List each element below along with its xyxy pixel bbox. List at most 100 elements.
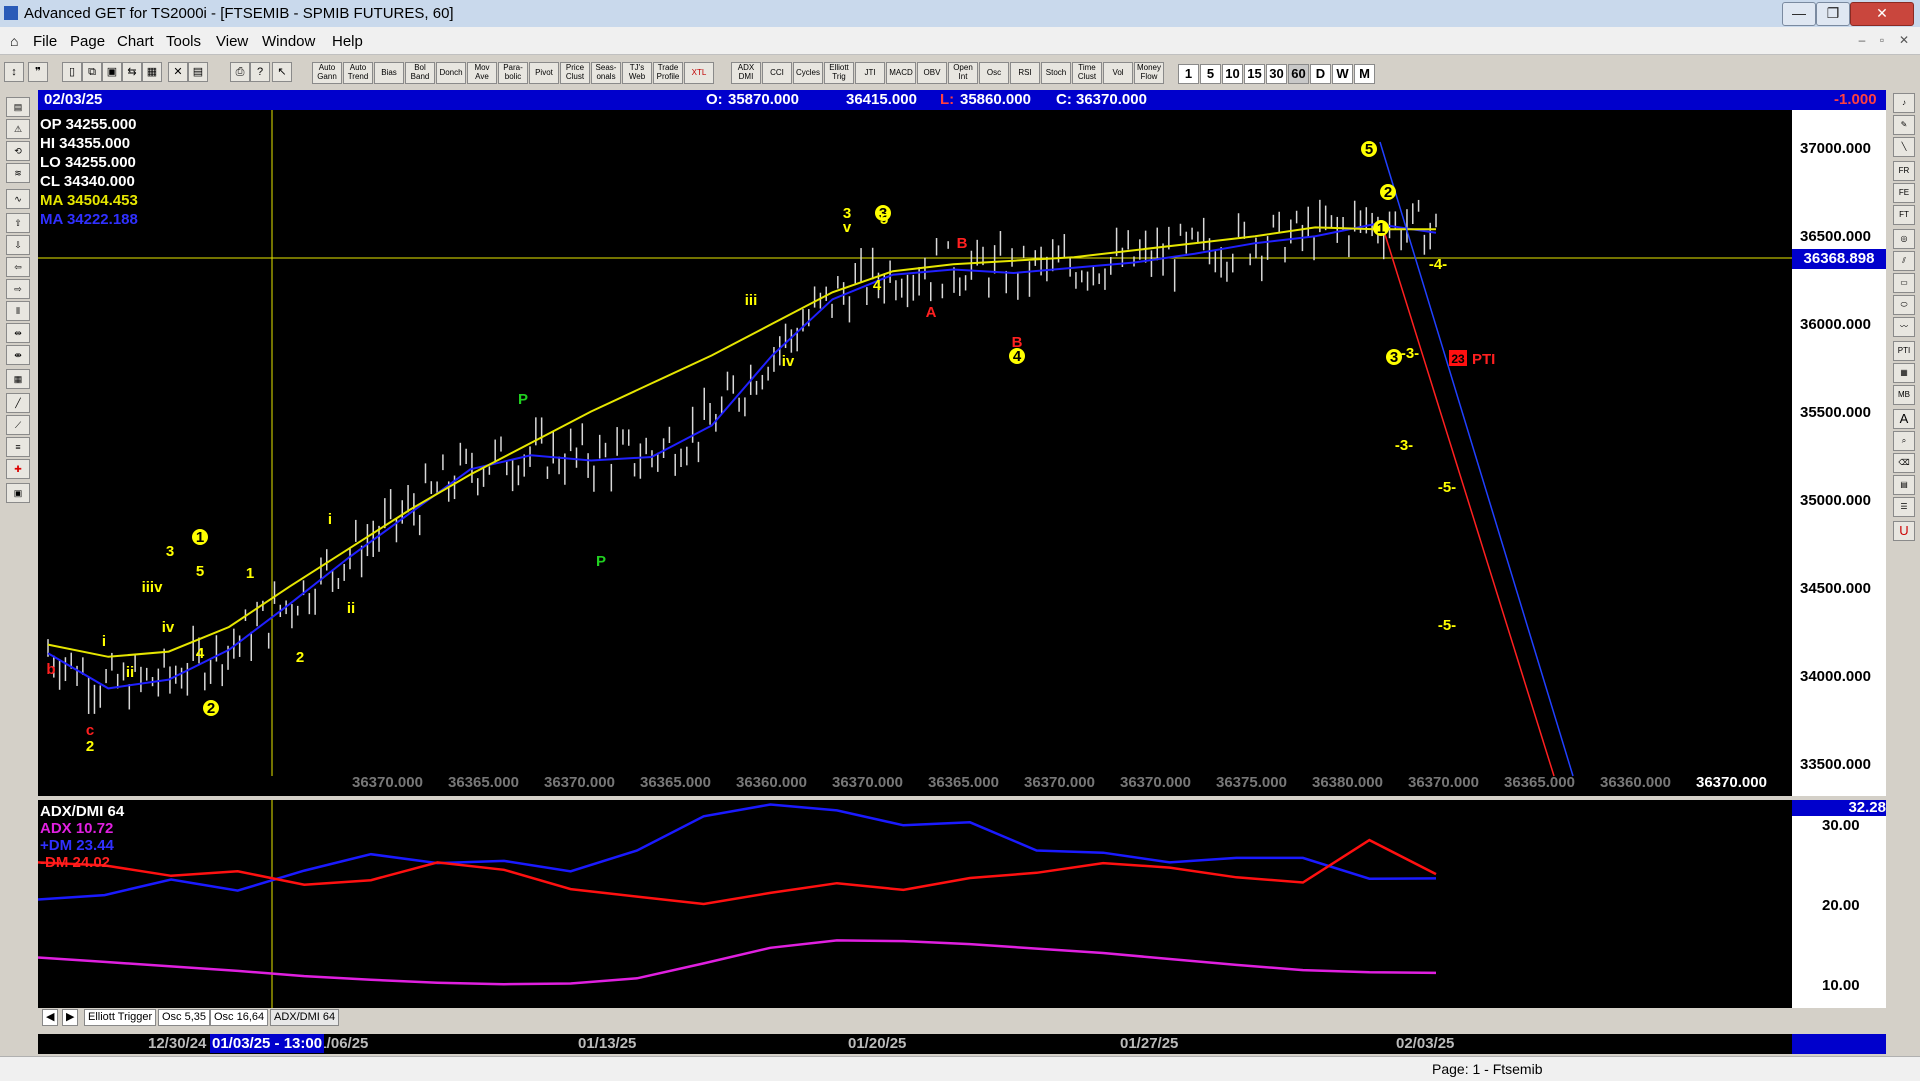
study-icon[interactable]: ≋ [6, 163, 30, 183]
study-vol[interactable]: Vol [1103, 62, 1133, 84]
study-rsi[interactable]: RSI [1010, 62, 1040, 84]
timeframe-30[interactable]: 30 [1266, 64, 1287, 84]
study-seasonals[interactable]: Seas-onals [591, 62, 621, 84]
open-icon[interactable]: ▤ [6, 97, 30, 117]
eraser-icon[interactable]: ⌫ [1893, 453, 1915, 473]
stack-icon[interactable]: ▤ [188, 62, 208, 82]
study-mov-ave[interactable]: Mov Ave [467, 62, 497, 84]
help-icon[interactable]: ? [250, 62, 270, 82]
bars-icon[interactable]: ⫴ [6, 301, 30, 321]
magnet-icon[interactable]: U [1893, 521, 1915, 541]
menu-view[interactable]: View [216, 33, 248, 50]
mdi-minimize-icon[interactable]: – [1852, 33, 1872, 51]
left-arrow-icon[interactable]: ⇦ [6, 257, 30, 277]
study-trade-profile[interactable]: Trade Profile [653, 62, 683, 84]
sync-icon[interactable]: ⇆ [122, 62, 142, 82]
circle-icon[interactable]: ◎ [1893, 229, 1915, 249]
study-auto-trend[interactable]: Auto Trend [343, 62, 373, 84]
tab-scroll-right-icon[interactable]: ▶ [62, 1009, 78, 1026]
timeframe-5[interactable]: 5 [1200, 64, 1221, 84]
fib-time-icon[interactable]: FT [1893, 205, 1915, 225]
study-stoch[interactable]: Stoch [1041, 62, 1071, 84]
reset-icon[interactable]: ⟲ [6, 141, 30, 161]
study-cycles[interactable]: Cycles [793, 62, 823, 84]
timeframe-w[interactable]: W [1332, 64, 1353, 84]
study-elliott-trig[interactable]: Elliott Trig [824, 62, 854, 84]
maximize-button[interactable]: ❐ [1816, 2, 1850, 26]
study-open-int[interactable]: Open Int [948, 62, 978, 84]
study-price-clust[interactable]: Price Clust [560, 62, 590, 84]
mdi-close-icon[interactable]: ✕ [1894, 33, 1914, 51]
tab-osc-16-64[interactable]: Osc 16,64 [210, 1009, 269, 1026]
menu-page[interactable]: Page [70, 33, 105, 50]
fib-icon[interactable]: ≡ [6, 437, 30, 457]
study-bias[interactable]: Bias [374, 62, 404, 84]
timeframe-10[interactable]: 10 [1222, 64, 1243, 84]
fib-ext-icon[interactable]: FE [1893, 183, 1915, 203]
crosshair-icon[interactable]: ✚ [6, 459, 30, 479]
study-jti[interactable]: JTI [855, 62, 885, 84]
context-help-icon[interactable]: ↖ [272, 62, 292, 82]
print-setup-icon[interactable]: ▣ [6, 483, 30, 503]
study-macd[interactable]: MACD [886, 62, 916, 84]
minimize-button[interactable]: — [1782, 2, 1816, 26]
fib-ret-icon[interactable]: FR [1893, 161, 1915, 181]
tab-osc-5-35[interactable]: Osc 5,35 [158, 1009, 211, 1026]
adx-dmi-panel[interactable]: ADX/DMI 64 ADX 10.72 +DM 23.44 -DM 24.02 [38, 800, 1792, 1008]
study-tj-web[interactable]: TJ's Web [622, 62, 652, 84]
menu-file[interactable]: File [33, 33, 57, 50]
text-icon[interactable]: A [1893, 409, 1915, 429]
elliott-icon[interactable]: ∿ [6, 189, 30, 209]
study-pivot[interactable]: Pivot [529, 62, 559, 84]
tab-scroll-left-icon[interactable]: ◀ [42, 1009, 58, 1026]
doc-icon[interactable]: ⌂ [10, 33, 18, 49]
study-bol-band[interactable]: Bol Band [405, 62, 435, 84]
down-arrow-icon[interactable]: ⇩ [6, 235, 30, 255]
list-icon[interactable]: ☰ [1893, 497, 1915, 517]
menu-chart[interactable]: Chart [117, 33, 154, 50]
pencil-icon[interactable]: ✎ [1893, 115, 1915, 135]
wave-icon[interactable]: 〰 [1893, 317, 1915, 337]
study-xtl[interactable]: XTL [684, 62, 714, 84]
expand-icon[interactable]: ⇼ [6, 345, 30, 365]
zoom-icon[interactable]: ⌕ [1893, 431, 1915, 451]
price-chart[interactable]: b c 2 i ii iiiv iv 3 5 4 1 2 1 2 i ii P Piii iv 3 v 3 5 4 A B B 4 5 2… [38, 110, 1792, 796]
timeframe-1[interactable]: 1 [1178, 64, 1199, 84]
menu-window[interactable]: Window [262, 33, 315, 50]
study-time-clust[interactable]: Time Clust [1072, 62, 1102, 84]
pti-icon[interactable]: PTI [1893, 341, 1915, 361]
quote-icon[interactable]: ❞ [28, 62, 48, 82]
study-osc[interactable]: Osc [979, 62, 1009, 84]
grid-icon[interactable]: ▦ [6, 369, 30, 389]
right-arrow-icon[interactable]: ⇨ [6, 279, 30, 299]
timeframe-m[interactable]: M [1354, 64, 1375, 84]
table-icon[interactable]: ▦ [1893, 363, 1915, 383]
study-parabolic[interactable]: Para-bolic [498, 62, 528, 84]
channel-icon[interactable]: ⫽ [1893, 251, 1915, 271]
compress-icon[interactable]: ⇹ [6, 323, 30, 343]
line-icon[interactable]: ╲ [1893, 137, 1915, 157]
tab-elliott-trigger[interactable]: Elliott Trigger [84, 1009, 157, 1026]
ellipse-icon[interactable]: ⬭ [1893, 295, 1915, 315]
tile-icon[interactable]: ▦ [142, 62, 162, 82]
study-money-flow[interactable]: Money Flow [1134, 62, 1164, 84]
alert-icon[interactable]: ⚠ [6, 119, 30, 139]
study-adx-dmi[interactable]: ADX DMI [731, 62, 761, 84]
study-obv[interactable]: OBV [917, 62, 947, 84]
up-arrow-icon[interactable]: ⇧ [6, 213, 30, 233]
layers-icon[interactable]: ▤ [1893, 475, 1915, 495]
study-cci[interactable]: CCI [762, 62, 792, 84]
cursor-icon[interactable]: ↕ [4, 62, 24, 82]
lines-icon[interactable]: ╱ [6, 393, 30, 413]
study-auto-gann[interactable]: Auto Gann [312, 62, 342, 84]
menu-tools[interactable]: Tools [166, 33, 201, 50]
mob-icon[interactable]: MB [1893, 385, 1915, 405]
delete-icon[interactable]: ✕ [168, 62, 188, 82]
mdi-restore-icon[interactable]: ▫ [1872, 33, 1892, 51]
arrange-icon[interactable]: ▣ [102, 62, 122, 82]
close-button[interactable]: ✕ [1850, 2, 1914, 26]
gann-icon[interactable]: ⟋ [6, 415, 30, 435]
new-page-icon[interactable]: ▯ [62, 62, 82, 82]
copy-icon[interactable]: ⧉ [82, 62, 102, 82]
tab-adx-dmi-64[interactable]: ADX/DMI 64 [270, 1009, 340, 1026]
